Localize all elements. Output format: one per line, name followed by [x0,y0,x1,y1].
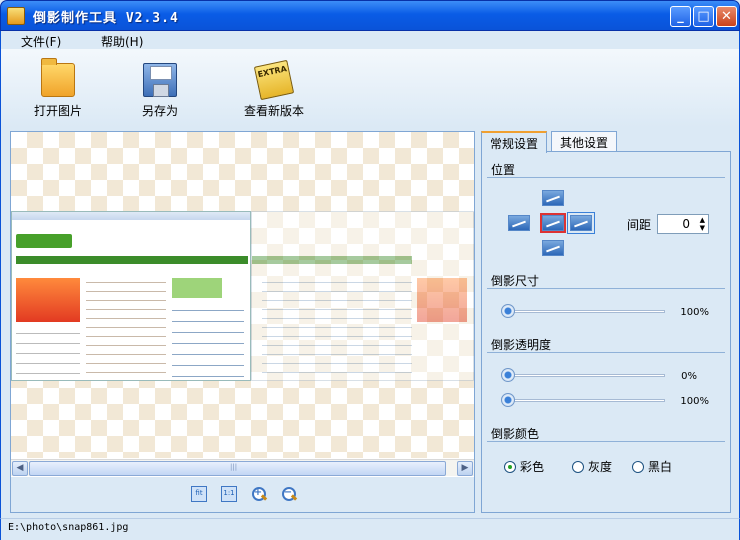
opacity-start-knob[interactable] [501,368,515,382]
file-path: E:\photo\snap861.jpg [8,522,129,533]
position-bottom-button[interactable] [542,240,564,256]
spin-arrows-icon[interactable]: ▲ ▼ [700,216,705,232]
color-heading: 倒影颜色 [491,427,540,441]
opacity-start-value: 0% [681,371,697,382]
spacing-label: 间距 [627,218,652,232]
color-option-color[interactable]: 彩色 [504,458,544,475]
minimize-button[interactable]: _ [670,6,691,27]
window-title: 倒影制作工具 V2.3.4 [33,11,179,26]
position-right-button[interactable] [567,212,595,234]
radio-dot[interactable] [572,460,584,473]
position-top-button[interactable] [542,190,564,206]
color-option-gray[interactable]: 灰度 [572,458,612,475]
save-as-label: 另存为 [142,104,179,118]
menu-bar: 文件(F) 帮助(H) [0,31,740,49]
save-as-button[interactable]: 另存为 [142,63,178,119]
opacity-end-slider[interactable] [501,391,668,411]
status-bar: E:\photo\snap861.jpg [0,518,740,540]
zoom-out-icon[interactable]: − [281,486,297,502]
maximize-button[interactable]: □ [693,6,714,27]
radio-dot[interactable] [504,460,516,473]
size-slider-knob[interactable] [501,304,515,318]
horizontal-scrollbar[interactable]: ◀ ||| ▶ [11,459,474,476]
size-value: 100% [680,307,709,318]
tab-general[interactable]: 常规设置 [481,131,548,153]
color-options: 彩色 灰度 黑白 [504,458,724,474]
position-left-button[interactable] [508,215,530,231]
scroll-grip: ||| [230,463,238,471]
size-heading: 倒影尺寸 [491,274,540,288]
floppy-disk-icon [143,63,177,97]
actual-size-icon[interactable]: 1:1 [221,486,237,502]
preview-area: ◀ ||| ▶ fit 1:1 + − [10,131,475,513]
title-bar: 倒影制作工具 V2.3.4 _ □ ✕ [0,0,740,31]
check-version-button[interactable]: EXTRA 查看新版本 [244,59,305,119]
position-center-button[interactable] [540,213,566,233]
transparency-checkerboard [11,132,474,458]
settings-panel: 常规设置 其他设置 位置 间距 0 ▲ ▼ 倒影尺寸 100% 倒影透明度 0% … [481,131,731,513]
tab-general-body: 位置 间距 0 ▲▼ 倒影尺寸 100% 倒影透明度 0% 100% 倒影颜色 [481,151,731,513]
color-option-label: 灰度 [588,460,613,474]
open-image-button[interactable]: 打开图片 [34,58,83,119]
zoom-in-sign: + [253,487,263,498]
tab-other[interactable]: 其他设置 [551,131,618,152]
color-option-bw[interactable]: 黑白 [632,458,672,475]
opacity-end-knob[interactable] [501,393,515,407]
zoom-in-icon[interactable]: + [251,486,267,502]
folder-icon [41,58,75,97]
spacing-value: 0 [682,217,690,231]
zoom-out-sign: − [283,487,293,498]
open-image-label: 打开图片 [34,104,83,118]
opacity-heading: 倒影透明度 [491,338,552,352]
menu-file[interactable]: 文件(F) [21,33,61,50]
check-version-label: 查看新版本 [244,104,305,118]
color-option-label: 彩色 [520,460,545,474]
position-heading: 位置 [491,163,516,177]
opacity-end-value: 100% [680,396,709,407]
radio-dot[interactable] [632,460,644,473]
close-button[interactable]: ✕ [716,6,737,27]
zoom-bar: fit 1:1 + − [11,477,474,512]
color-option-label: 黑白 [648,460,673,474]
scroll-left-button[interactable]: ◀ [12,461,28,476]
extra-badge-icon: EXTRA [253,59,295,101]
toolbar: 打开图片 另存为 EXTRA 查看新版本 [0,49,740,127]
preview-image [11,211,251,381]
app-icon [7,7,25,25]
opacity-start-slider[interactable] [501,366,668,386]
menu-help[interactable]: 帮助(H) [101,33,143,50]
scroll-thumb[interactable]: ||| [29,461,446,476]
spacing-stepper[interactable]: 0 ▲ ▼ [657,214,709,234]
scroll-right-button[interactable]: ▶ [457,461,473,476]
fit-to-window-icon[interactable]: fit [191,486,207,502]
size-slider[interactable] [501,302,668,322]
reflection-image [251,211,474,381]
